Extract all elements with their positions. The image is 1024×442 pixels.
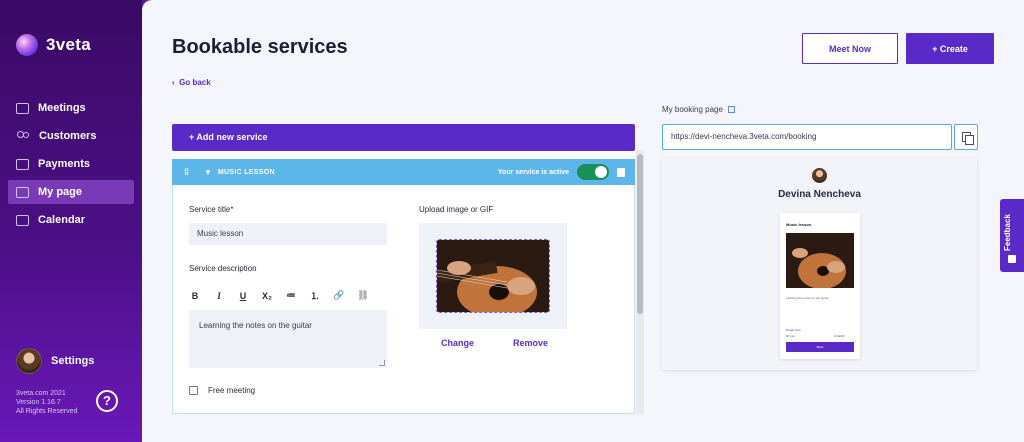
go-back-link[interactable]: ‹ Go back (172, 78, 211, 87)
create-button[interactable]: + Create (906, 33, 994, 64)
service-name: MUSIC LESSON (217, 168, 275, 176)
external-link-icon[interactable] (727, 106, 735, 114)
page-title: Bookable services (172, 36, 348, 58)
footer-line: 3veta.com 2021 (16, 390, 66, 397)
italic-icon[interactable]: I (213, 291, 225, 301)
my-page-icon (16, 186, 29, 198)
underline-icon[interactable]: U (237, 291, 249, 301)
feedback-icon (1008, 255, 1016, 263)
preview-price: 10 EUR (834, 334, 845, 338)
settings-link[interactable]: Settings (16, 348, 94, 374)
preview-card-description: Learning the notes on the guitar (786, 296, 829, 300)
bullet-list-icon[interactable]: ≔ (285, 290, 297, 301)
service-title-label: Service title* (189, 205, 234, 214)
sidebar-item-meetings[interactable]: Meetings (8, 96, 134, 120)
logo[interactable]: 3veta (16, 34, 91, 56)
preview-card-title: Music lesson (786, 222, 812, 227)
sidebar-item-label: My page (38, 186, 83, 198)
chevron-down-icon[interactable]: ▼ (204, 168, 212, 177)
sidebar-item-my-page[interactable]: My page (8, 180, 134, 204)
preview-read-more: Read more (786, 328, 801, 332)
preview-duration: 60 min (786, 334, 796, 338)
preview-service-card: Music lesson Learning the notes on the g… (780, 213, 860, 359)
service-header: ⁞⁞ ▼ MUSIC LESSON Your service is active (172, 159, 635, 185)
text-format-toolbar: B I U X₂ ≔ ⒈ 🔗 ⛓ (189, 289, 369, 302)
subscript-icon[interactable]: X₂ (261, 291, 273, 301)
meet-now-button[interactable]: Meet Now (802, 33, 898, 64)
upload-area[interactable] (419, 223, 567, 329)
booking-page-label: My booking page (662, 105, 735, 114)
trash-icon[interactable] (617, 167, 625, 177)
copy-icon[interactable] (954, 124, 978, 150)
sidebar-item-label: Calendar (38, 214, 86, 226)
preview-avatar (812, 168, 827, 183)
feedback-label: Feedback (1003, 214, 1012, 251)
scrollbar[interactable] (636, 150, 644, 414)
sidebar-item-label: Payments (38, 158, 90, 170)
sidebar-item-customers[interactable]: Customers (8, 124, 134, 148)
meetings-icon (16, 102, 29, 114)
link-icon[interactable]: 🔗 (333, 290, 345, 301)
go-back-label: Go back (179, 78, 211, 87)
sidebar-footer: 3veta.com 2021 Version 1.16.7 All Rights… (16, 389, 77, 416)
guitar-photo-icon (786, 233, 854, 288)
unlink-icon[interactable]: ⛓ (357, 290, 369, 301)
booking-url-field[interactable]: https://devi-nencheva.3veta.com/booking (662, 124, 952, 150)
preview-book-button: Book (786, 342, 854, 352)
numbered-list-icon[interactable]: ⒈ (309, 289, 321, 302)
remove-image-button[interactable]: Remove (513, 338, 548, 348)
upload-label: Upload image or GIF (419, 205, 494, 214)
service-description-input[interactable]: Learning the notes on the guitar (189, 310, 387, 368)
footer-line: All Rights Reserved (16, 408, 78, 415)
main-content: Bookable services ‹ Go back Meet Now + C… (142, 0, 1024, 442)
logo-text: 3veta (46, 35, 91, 54)
feedback-tab[interactable]: Feedback (1000, 199, 1024, 272)
service-description-label: Service description (189, 264, 257, 273)
sidebar-item-label: Customers (39, 130, 97, 142)
logo-mark-icon (16, 34, 38, 56)
help-button[interactable]: ? (96, 390, 118, 412)
customers-icon (16, 130, 30, 142)
service-description-text: Learning the notes on the guitar (199, 321, 312, 330)
guitar-photo-icon (437, 240, 549, 312)
scrollbar-thumb[interactable] (637, 154, 643, 314)
booking-page-preview: Devina Nencheva Music lesson Learning th… (662, 158, 977, 370)
service-active-text: Your service is active (497, 168, 569, 176)
sidebar: 3veta Meetings Customers Payments My pag… (0, 0, 142, 442)
sidebar-item-calendar[interactable]: Calendar (8, 208, 134, 232)
free-meeting-checkbox[interactable] (189, 386, 198, 395)
booking-page-label-text: My booking page (662, 105, 723, 114)
drag-handle-icon[interactable]: ⁞⁞ (184, 167, 192, 177)
services-panel: + Add new service ⁞⁞ ▼ MUSIC LESSON Your… (172, 124, 635, 414)
preview-card-image (786, 233, 854, 288)
settings-label: Settings (51, 355, 95, 367)
sidebar-nav: Meetings Customers Payments My page Cale… (8, 96, 134, 236)
service-image (436, 239, 550, 313)
add-new-service-button[interactable]: + Add new service (172, 124, 635, 151)
preview-name: Devina Nencheva (778, 189, 861, 200)
resize-handle-icon[interactable] (379, 360, 385, 366)
change-image-button[interactable]: Change (441, 338, 474, 348)
avatar (16, 348, 42, 374)
sidebar-item-payments[interactable]: Payments (8, 152, 134, 176)
free-meeting-label: Free meeting (208, 386, 256, 395)
footer-line: Version 1.16.7 (16, 399, 61, 406)
calendar-icon (16, 214, 29, 226)
payments-icon (16, 158, 29, 170)
bold-icon[interactable]: B (189, 291, 201, 301)
service-title-input[interactable]: Music lesson (189, 223, 387, 245)
service-active-toggle[interactable] (577, 164, 609, 180)
sidebar-item-label: Meetings (38, 102, 86, 114)
